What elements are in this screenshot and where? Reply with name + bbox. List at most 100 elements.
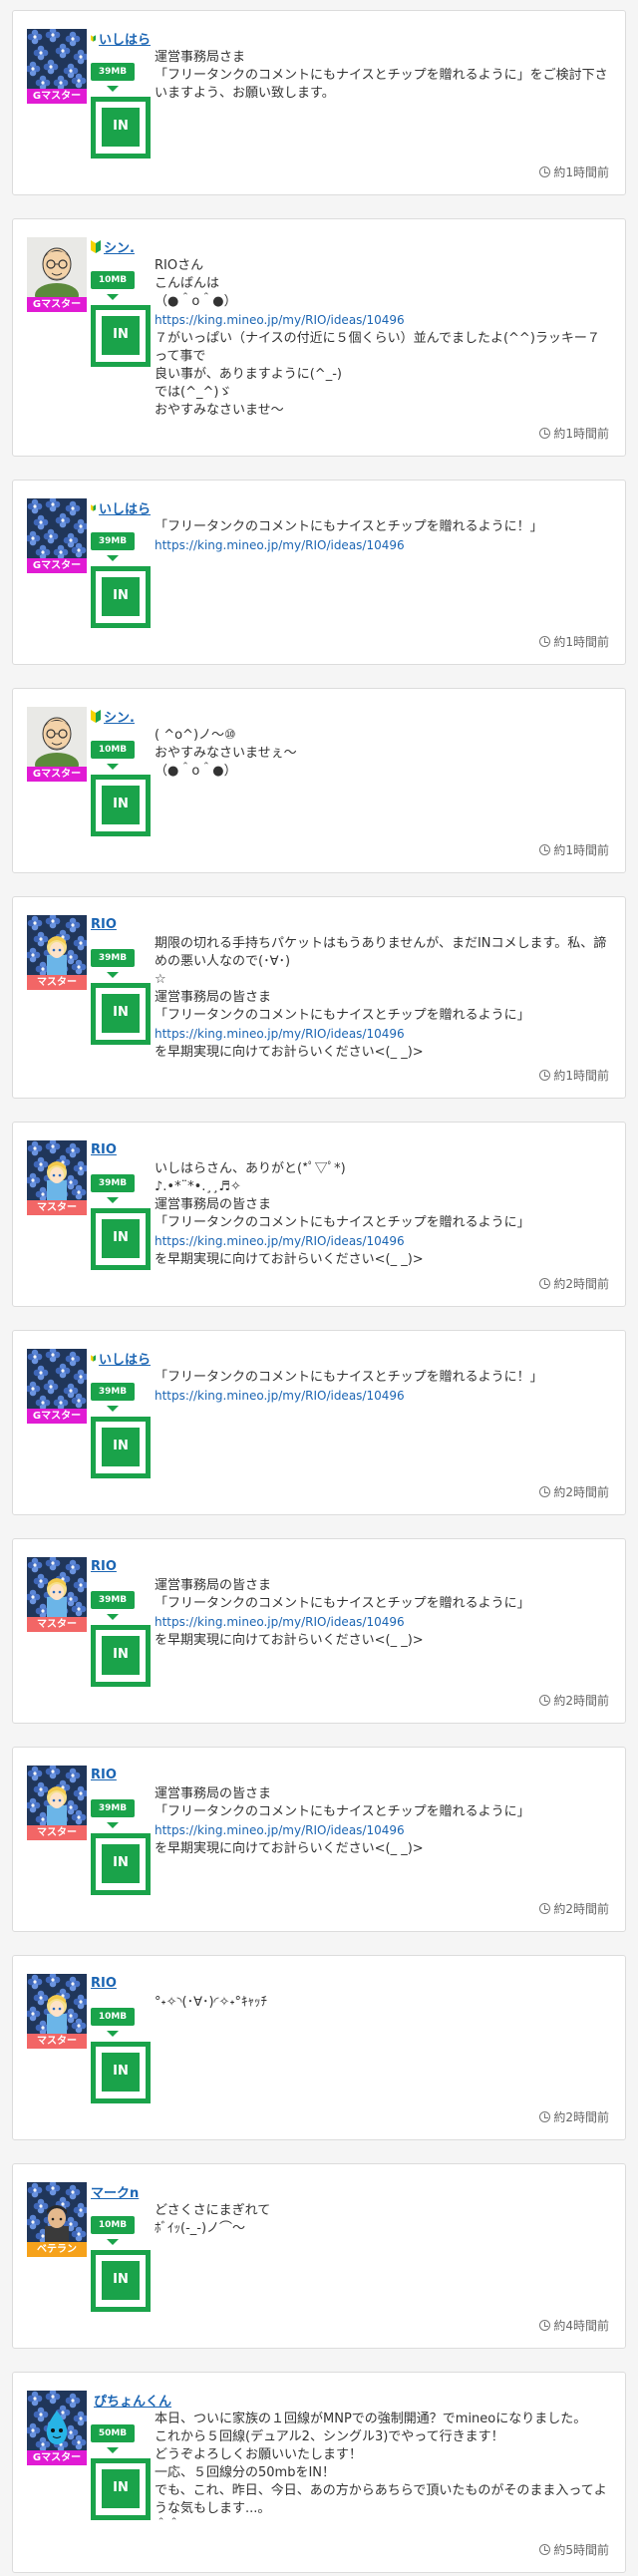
timestamp-text: 約2時間前	[553, 2110, 609, 2124]
timestamp-text: 約5時間前	[553, 2543, 609, 2557]
user-name-link[interactable]: シン.	[104, 237, 135, 256]
comment-body: いしはらさん、ありがと(*ﾟ▽ﾟ*) ♪.•*¨*•.¸¸♬✧ 運営事務局の皆さま「…	[151, 1140, 609, 1270]
comment-text-line: 「フリータンクのコメントにもナイスとチップを贈れるように！」	[155, 519, 543, 534]
comment-text-line: 運営事務局の皆さま	[155, 1786, 272, 1801]
user-name-link[interactable]: RIO	[91, 917, 117, 932]
user-name-link[interactable]: RIO	[91, 1142, 117, 1157]
mb-amount-badge: 39MB	[91, 532, 135, 550]
rank-badge: マスター	[27, 1825, 87, 1840]
timestamp-text: 約1時間前	[553, 843, 609, 857]
user-name-link[interactable]: いしはら	[99, 29, 151, 48]
user-name-link[interactable]: RIO	[91, 1559, 117, 1574]
down-arrow-icon	[107, 86, 119, 92]
in-label: IN	[102, 316, 140, 355]
idea-link[interactable]: https://king.mineo.jp/my/RIO/ideas/10496	[155, 1615, 405, 1629]
timestamp-text: 約2時間前	[553, 1902, 609, 1916]
timestamp-text: 約2時間前	[553, 1277, 609, 1291]
timestamp: 約4時間前	[27, 2318, 609, 2334]
clock-icon	[539, 1486, 551, 1497]
tank-column: RIO 39MB IN	[87, 915, 151, 1062]
timestamp-text: 約1時間前	[553, 1069, 609, 1083]
avatar[interactable]	[27, 2182, 87, 2242]
comment-body: RIOさん こんばんは （●＾o＾●） https://king.mineo.jp/m…	[151, 237, 609, 420]
tank-in-icon: IN	[91, 1833, 151, 1895]
mb-amount-badge: 39MB	[91, 949, 135, 967]
comment-text-line: ＾＾	[155, 2519, 181, 2534]
idea-link[interactable]: https://king.mineo.jp/my/RIO/ideas/10496	[155, 1389, 405, 1403]
comment-text-line: （●＾o＾●）	[155, 764, 237, 779]
comment-card: マスター RIO 39MB IN いしはらさん、ありがと(*ﾟ▽ﾟ*) ♪.•*¨…	[12, 1122, 626, 1307]
rank-badge: マスター	[27, 1200, 87, 1215]
avatar[interactable]	[27, 237, 87, 297]
user-name-link[interactable]: RIO	[91, 1768, 117, 1782]
comment-body: °˖✧◝(･∀･)◜✧˖°ｷｬｯﾁ	[151, 1974, 609, 2103]
mb-amount-badge: 39MB	[91, 1383, 135, 1401]
idea-link[interactable]: https://king.mineo.jp/my/RIO/ideas/10496	[155, 1823, 405, 1837]
user-column: マスター	[27, 1974, 87, 2103]
mb-amount-badge: 50MB	[91, 2424, 135, 2442]
timestamp-text: 約2時間前	[553, 1485, 609, 1499]
beginner-mark-icon	[91, 503, 96, 511]
tank-column: RIO 39MB IN	[87, 1140, 151, 1270]
down-arrow-icon	[107, 2031, 119, 2037]
avatar[interactable]	[27, 2391, 87, 2450]
avatar-image	[27, 29, 87, 89]
tank-in-icon: IN	[91, 2458, 151, 2520]
beginner-mark-icon	[91, 34, 96, 42]
avatar[interactable]	[27, 29, 87, 89]
comment-text-line: 「フリータンクのコメントにもナイスとチップを贈れるように」	[155, 1215, 530, 1230]
beginner-mark-icon	[91, 239, 101, 253]
timestamp: 約2時間前	[27, 1276, 609, 1292]
user-name-link[interactable]: シン.	[104, 707, 135, 726]
comment-text-line: おやすみなさいませぇ〜	[155, 746, 297, 761]
in-label: IN	[102, 1219, 140, 1258]
avatar-image	[27, 707, 87, 767]
avatar-image	[27, 1349, 87, 1409]
avatar[interactable]	[27, 1766, 87, 1825]
user-name-link[interactable]: いしはら	[99, 1349, 151, 1368]
timestamp-text: 約1時間前	[553, 165, 609, 179]
comment-text-line: を早期実現に向けてお計らいください<(_ _)>	[155, 1252, 424, 1267]
user-column: Gマスター	[27, 29, 87, 159]
in-label: IN	[102, 577, 140, 616]
tank-column: RIO 10MB IN	[87, 1974, 151, 2103]
beginner-mark-icon	[91, 1354, 96, 1362]
tank-column: RIO 39MB IN	[87, 1557, 151, 1687]
comment-card: Gマスター いしはら 39MB IN 運営事務局さま 「フリータンクのコメントにも…	[12, 10, 626, 195]
idea-link[interactable]: https://king.mineo.jp/my/RIO/ideas/10496	[155, 1234, 405, 1248]
avatar[interactable]	[27, 1349, 87, 1409]
idea-link[interactable]: https://king.mineo.jp/my/RIO/ideas/10496	[155, 1027, 405, 1041]
comment-text-line: 本日、ついに家族の１回線がMNPでの強制開通？でmineoになりました。	[155, 2412, 587, 2426]
comment-text-line: 運営事務局の皆さま	[155, 1197, 272, 1212]
avatar[interactable]	[27, 1140, 87, 1200]
comment-text-line: ( ^o^)ノ〜⑩	[155, 728, 236, 743]
down-arrow-icon	[107, 2239, 119, 2245]
clock-icon	[539, 636, 551, 647]
in-label: IN	[102, 1844, 140, 1883]
comment-body: ( ^o^)ノ〜⑩ おやすみなさいませぇ〜 （●＾o＾●）	[151, 707, 609, 836]
timestamp-text: 約2時間前	[553, 1694, 609, 1708]
timestamp: 約2時間前	[27, 1693, 609, 1709]
clock-icon	[539, 2320, 551, 2331]
comment-text-line: °˖✧◝(･∀･)◜✧˖°ｷｬｯﾁ	[155, 1995, 268, 2010]
comment-text-line: ☆	[155, 972, 166, 987]
avatar[interactable]	[27, 498, 87, 558]
in-label: IN	[102, 2053, 140, 2092]
in-label: IN	[102, 786, 140, 824]
user-name-link[interactable]: マークn	[91, 2182, 139, 2201]
idea-link[interactable]: https://king.mineo.jp/my/RIO/ideas/10496	[155, 313, 405, 327]
user-name-link[interactable]: いしはら	[99, 498, 151, 517]
avatar-image	[27, 1974, 87, 2034]
avatar[interactable]	[27, 1557, 87, 1617]
comment-text-line: 「フリータンクのコメントにもナイスとチップを贈れるように」	[155, 1008, 530, 1023]
avatar[interactable]	[27, 1974, 87, 2034]
user-name-link[interactable]: RIO	[91, 1976, 117, 1991]
tank-in-icon: IN	[91, 305, 151, 367]
idea-link[interactable]: https://king.mineo.jp/my/RIO/ideas/10496	[155, 538, 405, 552]
tank-in-icon: IN	[91, 1417, 151, 1478]
avatar[interactable]	[27, 707, 87, 767]
avatar[interactable]	[27, 915, 87, 975]
tank-in-icon: IN	[91, 1625, 151, 1687]
avatar-image	[27, 1557, 87, 1617]
tank-in-icon: IN	[91, 1208, 151, 1270]
